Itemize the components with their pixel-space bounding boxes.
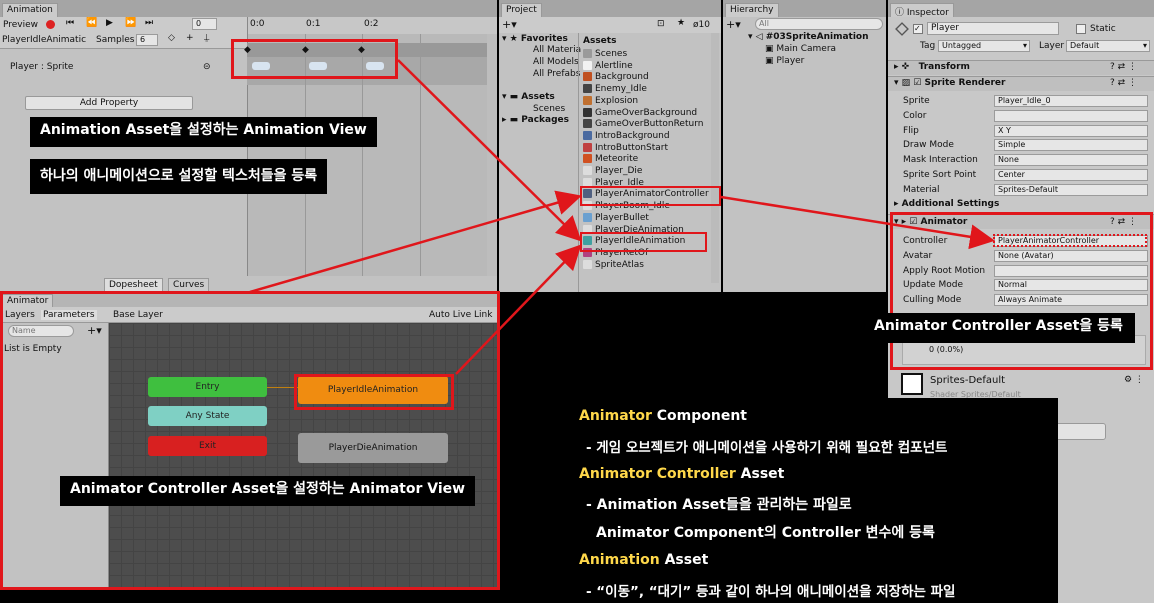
legend-line: - 게임 오브젝트가 애니메이션을 사용하기 위해 필요한 컴포넌트: [586, 440, 948, 456]
legend-line: - Animation Asset들을 관리하는 파일로: [586, 497, 852, 513]
note-register-textures: 하나의 애니메이션으로 설정할 텍스처들을 등록: [30, 159, 328, 194]
legend-line: Animation Asset: [579, 552, 708, 568]
arrow-idle-state-to-asset: [455, 244, 582, 375]
legend-term-suffix: Asset: [659, 552, 709, 568]
note-animation-view: Animation Asset을 설정하는 Animation View: [30, 117, 377, 147]
legend-line: Animator Component의 Controller 변수에 등록: [596, 525, 935, 541]
legend-line: - “이동”, “대기” 등과 같이 하나의 애니메이션을 저장하는 파일: [586, 584, 956, 600]
legend-box: Animator Component - 게임 오브젝트가 애니메이션을 사용하…: [570, 398, 1058, 603]
legend-term-suffix: Component: [651, 408, 747, 424]
legend-line: Animator Component: [579, 408, 747, 424]
legend-term: Animator Controller: [579, 466, 736, 482]
legend-term: Animator: [579, 408, 652, 424]
note-animator-view: Animator Controller Asset을 설정하는 Animator…: [60, 476, 476, 506]
legend-term: Animation: [579, 552, 660, 568]
note-register-controller: Animator Controller Asset을 등록: [862, 313, 1135, 343]
arrow-keyframes-to-idle: [397, 59, 582, 242]
legend-term-suffix: Asset: [735, 466, 785, 482]
legend-line: Animator Controller Asset: [579, 466, 784, 482]
arrow-animator-to-controller: [249, 190, 582, 294]
arrow-controller-to-component: [720, 195, 995, 250]
